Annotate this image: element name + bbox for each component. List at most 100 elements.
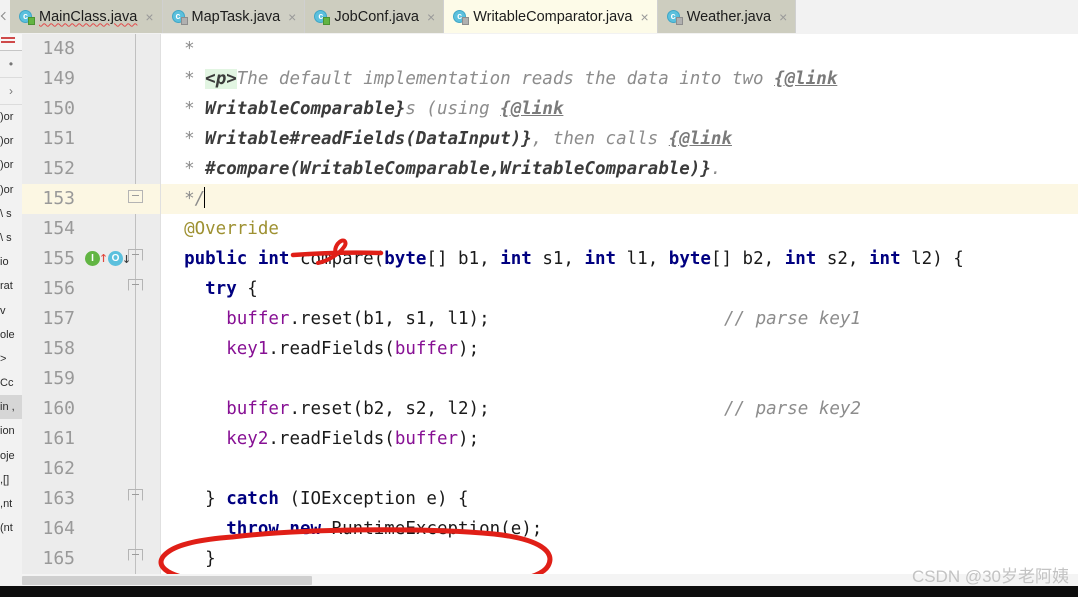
structure-panel-row[interactable]: Cc <box>0 371 22 395</box>
code-token: , then calls <box>531 129 669 149</box>
code-line[interactable]: buffer.reset(b1, s1, l1); // parse key1 <box>161 304 1078 334</box>
structure-panel-options-button[interactable]: • <box>0 51 22 78</box>
structure-panel-row[interactable]: nt) <box>0 516 22 540</box>
close-icon[interactable]: × <box>779 10 787 24</box>
gutter-row[interactable]: 149 <box>22 64 161 94</box>
code-editor-area[interactable]: * * <p>The default implementation reads … <box>161 34 1078 574</box>
close-icon[interactable]: × <box>427 10 435 24</box>
structure-panel-row[interactable]: rat <box>0 274 22 298</box>
gutter-row[interactable]: 151 <box>22 124 161 154</box>
editor-tab-writablecomparator[interactable]: c WritableComparator.java × <box>444 0 658 33</box>
structure-panel-expand-button[interactable]: › <box>0 78 22 105</box>
code-token: s (using <box>405 99 501 119</box>
code-fold-toggle[interactable] <box>128 190 143 203</box>
code-line[interactable]: @Override <box>161 214 1078 244</box>
java-class-icon: c <box>666 9 683 25</box>
code-line[interactable]: throw new RuntimeException(e); <box>161 514 1078 544</box>
gutter-row[interactable]: 156 <box>22 274 161 304</box>
code-line[interactable]: */ <box>161 184 1078 214</box>
code-line[interactable] <box>161 454 1078 484</box>
gutter-row[interactable]: 157 <box>22 304 161 334</box>
gutter-row[interactable]: 165 <box>22 544 161 574</box>
code-token: {@link <box>668 129 732 149</box>
code-token: (IOException e) { <box>278 489 469 509</box>
line-number: 149 <box>42 68 75 89</box>
structure-panel-row[interactable]: s \ <box>0 226 22 250</box>
editor-tab-mainclass[interactable]: c MainClass.java × <box>10 0 163 33</box>
code-line[interactable]: buffer.reset(b2, s2, l2); // parse key2 <box>161 394 1078 424</box>
code-line[interactable]: * WritableComparable}s (using {@link <box>161 94 1078 124</box>
structure-panel-row[interactable]: , in <box>0 395 22 420</box>
line-number: 156 <box>42 278 75 299</box>
gutter-row[interactable]: 158 <box>22 334 161 364</box>
structure-panel-row[interactable]: or( <box>0 153 22 177</box>
code-token: l2) { <box>900 249 964 269</box>
structure-panel-row[interactable]: ole <box>0 323 22 347</box>
code-token: * <box>163 159 206 179</box>
inline-comment: // parse key1 <box>724 309 861 329</box>
code-line[interactable] <box>161 364 1078 394</box>
code-line[interactable]: * <box>161 34 1078 64</box>
gutter-row[interactable]: 153 <box>22 184 161 214</box>
gutter-row[interactable]: 160 <box>22 394 161 424</box>
close-icon[interactable]: × <box>641 10 649 24</box>
code-fold-toggle[interactable] <box>128 279 143 290</box>
editor-tab-maptask[interactable]: c MapTask.java × <box>162 0 306 33</box>
gutter-row[interactable]: 152 <box>22 154 161 184</box>
structure-panel-row[interactable]: v <box>0 299 22 323</box>
structure-panel-row[interactable]: or( <box>0 105 22 129</box>
structure-panel-row[interactable]: oje <box>0 444 22 468</box>
overriding-method-icon[interactable]: O ↓ <box>108 250 131 267</box>
structure-panel-row[interactable]: [], <box>0 468 22 492</box>
editor-tab-weather[interactable]: c Weather.java × <box>657 0 797 33</box>
gutter-row[interactable]: 154 <box>22 214 161 244</box>
structure-panel-sliver[interactable]: • › or(or(or(or(s \ s \ io rat v ole < Cc, in io… <box>0 34 23 597</box>
code-fold-toggle[interactable] <box>128 489 143 500</box>
gutter-row[interactable]: 162 <box>22 454 161 484</box>
gutter-row[interactable]: 163 <box>22 484 161 514</box>
line-number: 150 <box>42 98 75 119</box>
editor-tab-jobconf[interactable]: c JobConf.java × <box>305 0 445 33</box>
line-number: 154 <box>42 218 75 239</box>
close-icon[interactable]: × <box>288 10 296 24</box>
code-token: <p> <box>205 69 237 89</box>
structure-panel-row[interactable]: s \ <box>0 202 22 226</box>
code-fold-toggle[interactable] <box>128 549 143 560</box>
code-token: #compare(WritableComparable,WritableComp… <box>205 159 711 179</box>
gutter-row[interactable]: 150 <box>22 94 161 124</box>
gutter-row[interactable]: 159 <box>22 364 161 394</box>
code-token: @Override <box>163 219 279 239</box>
code-line[interactable]: * <p>The default implementation reads th… <box>161 64 1078 94</box>
code-line[interactable]: * #compare(WritableComparable,WritableCo… <box>161 154 1078 184</box>
code-line[interactable]: public int compare(byte[] b1, int s1, in… <box>161 244 1078 274</box>
code-line[interactable]: * Writable#readFields(DataInput)}, then … <box>161 124 1078 154</box>
line-number: 151 <box>42 128 75 149</box>
gutter-row[interactable]: 161 <box>22 424 161 454</box>
gutter-row[interactable]: 155 I ↑ O ↓ <box>22 244 161 274</box>
code-line[interactable]: } catch (IOException e) { <box>161 484 1078 514</box>
horizontal-scrollbar-thumb[interactable] <box>22 576 312 585</box>
chevron-left-icon[interactable] <box>0 0 10 34</box>
implementing-method-icon[interactable]: I ↑ <box>85 250 108 267</box>
structure-panel-row[interactable]: < <box>0 347 22 371</box>
code-token: s1, <box>531 249 585 269</box>
structure-panel-row[interactable]: io <box>0 250 22 274</box>
structure-panel-row[interactable]: or( <box>0 178 22 202</box>
structure-panel-row[interactable]: ion <box>0 419 22 443</box>
text-caret <box>204 187 206 208</box>
code-token: .readFields( <box>268 339 395 359</box>
code-line[interactable]: try { <box>161 274 1078 304</box>
code-token: int <box>869 249 901 269</box>
gutter-row[interactable]: 164 <box>22 514 161 544</box>
code-token: l1, <box>616 249 669 269</box>
close-icon[interactable]: × <box>145 10 153 24</box>
structure-panel-row[interactable]: or( <box>0 129 22 153</box>
gutter-row[interactable]: 148 <box>22 34 161 64</box>
structure-panel-row[interactable]: nt, <box>0 492 22 516</box>
code-line[interactable]: key1.readFields(buffer); <box>161 334 1078 364</box>
editor-gutter[interactable]: 148 149 150 151 152 153 154 155 I ↑ O ↓ 156 157 158 159… <box>22 34 161 597</box>
code-line[interactable]: key2.readFields(buffer); <box>161 424 1078 454</box>
editor-tab-label: MapTask.java <box>191 8 281 25</box>
code-token: int <box>500 249 532 269</box>
line-number: 159 <box>42 368 75 389</box>
